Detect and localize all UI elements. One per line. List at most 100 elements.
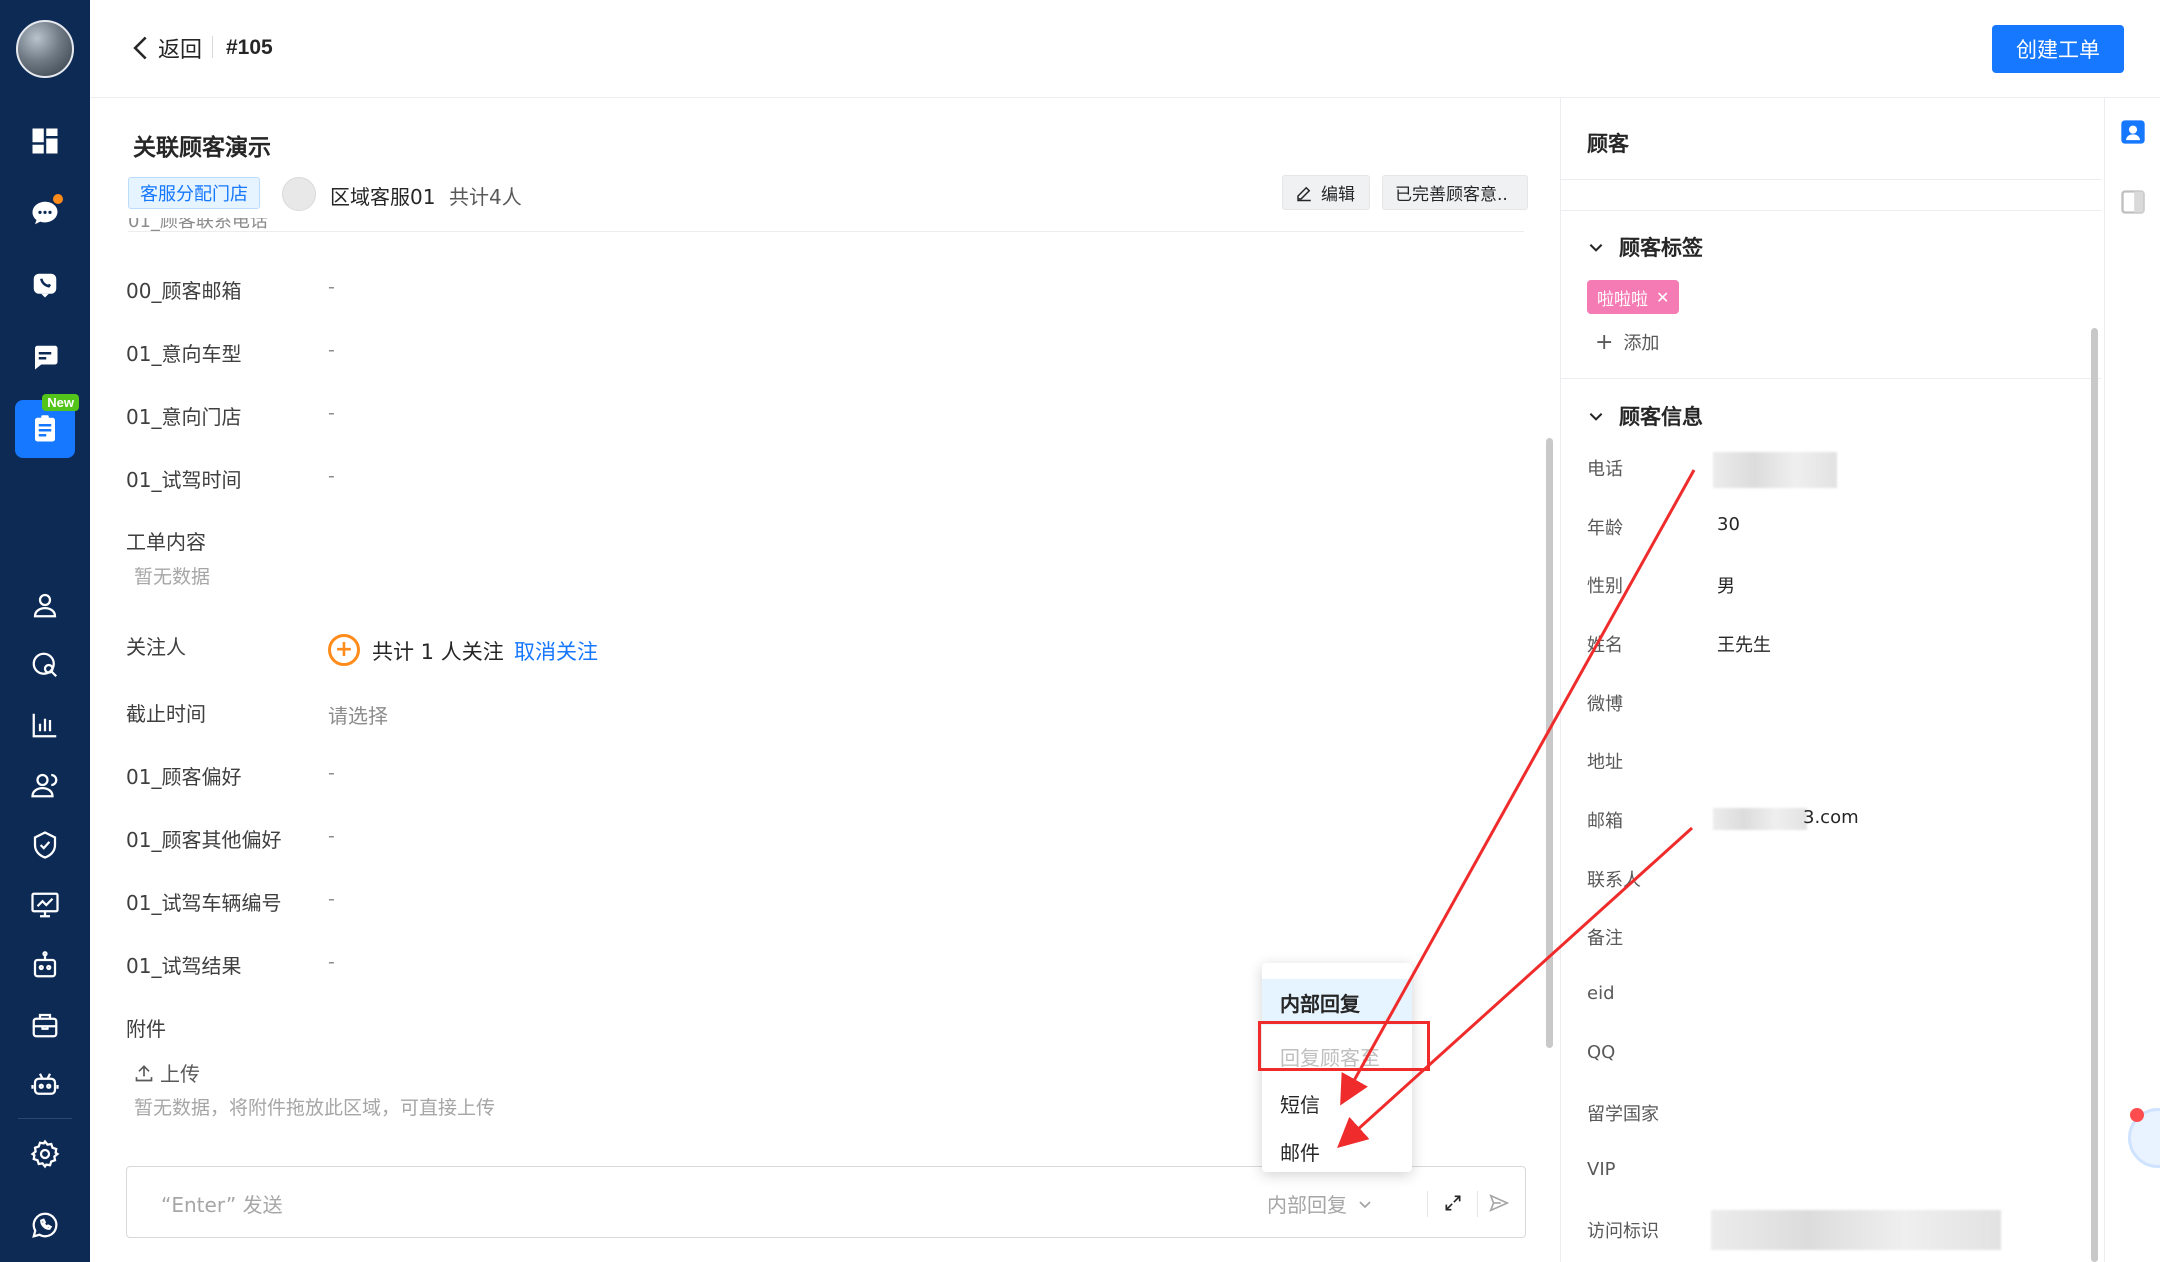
- dashboard-icon[interactable]: [15, 112, 75, 170]
- expand-icon[interactable]: [1439, 1189, 1467, 1217]
- tag-label: 啦啦啦: [1597, 289, 1648, 310]
- left-sidebar: New: [0, 0, 90, 1262]
- dropdown-item-sms[interactable]: 短信: [1262, 1080, 1412, 1126]
- info-label: 微博: [1587, 694, 1623, 715]
- field-label: 工单内容: [126, 530, 206, 554]
- upload-button[interactable]: 上传: [134, 1058, 200, 1087]
- back-button[interactable]: 返回: [130, 32, 202, 64]
- field-value[interactable]: -: [328, 276, 335, 298]
- unread-dot: [51, 192, 65, 206]
- upload-icon: [135, 1064, 153, 1081]
- field-label: 01_顾客偏好: [126, 765, 242, 789]
- briefcase-icon[interactable]: [15, 996, 75, 1054]
- field-label: 关注人: [126, 635, 186, 659]
- info-value[interactable]: 王先生: [1717, 631, 1771, 657]
- field-value[interactable]: -: [328, 402, 335, 424]
- customer-info-section[interactable]: 顾客信息: [1587, 401, 1703, 431]
- create-ticket-button[interactable]: 创建工单: [1992, 25, 2124, 73]
- agent-name[interactable]: 区域客服01: [330, 181, 435, 210]
- info-label: 姓名: [1587, 635, 1623, 656]
- field-value[interactable]: -: [328, 339, 335, 361]
- field-value[interactable]: -: [328, 762, 335, 784]
- header-divider: [128, 231, 1524, 232]
- info-value[interactable]: 30: [1717, 514, 1740, 535]
- annotation-highlight-box: [1258, 1021, 1430, 1071]
- close-icon[interactable]: ✕: [1656, 288, 1669, 307]
- panel-divider: [1561, 210, 2101, 211]
- deadline-select[interactable]: 请选择: [328, 700, 388, 729]
- redacted-email: [1713, 808, 1807, 830]
- chevron-left-icon: [133, 36, 147, 60]
- phone-icon[interactable]: [15, 256, 75, 314]
- field-label: 01_意向车型: [126, 342, 242, 366]
- info-label: 联系人: [1587, 870, 1641, 891]
- plus-icon: +: [1595, 329, 1614, 355]
- settings-gear-icon[interactable]: [15, 1125, 75, 1183]
- customer-panel: 顾客 顾客标签 啦啦啦 ✕ + 添加 顾客信息 电话 年龄 30 性别 男 姓名…: [1560, 98, 2104, 1262]
- ticket-nav-icon[interactable]: New: [15, 394, 79, 458]
- info-label: 年龄: [1587, 518, 1623, 539]
- info-label: 邮箱: [1587, 811, 1623, 832]
- panel-divider: [1561, 179, 2101, 180]
- user-icon[interactable]: [15, 576, 75, 634]
- info-label: 性别: [1587, 576, 1623, 597]
- unfollow-link[interactable]: 取消关注: [514, 636, 598, 666]
- bot-service-icon[interactable]: [15, 1056, 75, 1114]
- robot-icon[interactable]: [15, 936, 75, 994]
- monitor-icon[interactable]: [15, 876, 75, 934]
- agent-avatar: [282, 177, 316, 211]
- field-value[interactable]: -: [328, 825, 335, 847]
- dropdown-item-internal-reply[interactable]: 内部回复: [1262, 979, 1412, 1025]
- team-icon[interactable]: [15, 756, 75, 814]
- field-value[interactable]: -: [328, 888, 335, 910]
- edit-label: 编辑: [1321, 185, 1355, 205]
- upload-label: 上传: [160, 1062, 200, 1086]
- info-label: 地址: [1587, 752, 1623, 773]
- panel-scrollbar[interactable]: [2091, 328, 2098, 1262]
- field-label: 附件: [126, 1017, 166, 1041]
- panel-divider: [1561, 378, 2101, 379]
- info-label: 留学国家: [1587, 1104, 1659, 1125]
- bar-chart-icon[interactable]: [15, 696, 75, 754]
- whatsapp-icon[interactable]: [15, 1196, 75, 1254]
- field-value[interactable]: -: [328, 951, 335, 973]
- info-label: 备注: [1587, 928, 1623, 949]
- contact-card-icon[interactable]: [2119, 118, 2147, 146]
- pencil-icon: [1297, 186, 1311, 201]
- right-tool-strip: [2104, 98, 2160, 1262]
- customer-tags-section[interactable]: 顾客标签: [1587, 232, 1703, 262]
- add-tag-button[interactable]: + 添加: [1595, 329, 1659, 355]
- edit-button[interactable]: 编辑: [1282, 175, 1370, 210]
- message-icon[interactable]: [15, 328, 75, 386]
- info-value[interactable]: 男: [1717, 572, 1735, 598]
- info-label: VIP: [1587, 1159, 1616, 1180]
- user-avatar[interactable]: [16, 20, 74, 78]
- shield-icon[interactable]: [15, 816, 75, 874]
- chat-icon[interactable]: [15, 184, 75, 242]
- main-scrollbar[interactable]: [1546, 438, 1553, 1048]
- follower-count: 共计 1 人关注: [372, 640, 504, 664]
- info-label: QQ: [1587, 1042, 1616, 1063]
- dropdown-item-email[interactable]: 邮件: [1262, 1128, 1412, 1174]
- search-history-icon[interactable]: [15, 636, 75, 694]
- info-label: eid: [1587, 983, 1615, 1004]
- field-label: 01_意向门店: [126, 405, 242, 429]
- new-badge: New: [42, 394, 79, 411]
- info-label: 电话: [1587, 459, 1623, 480]
- panel-toggle-icon[interactable]: [2119, 188, 2147, 216]
- reply-input-box[interactable]: “Enter” 发送 内部回复: [126, 1166, 1526, 1238]
- customer-tag[interactable]: 啦啦啦 ✕: [1587, 280, 1680, 314]
- field-value[interactable]: -: [328, 465, 335, 487]
- field-label: 00_顾客邮箱: [126, 279, 242, 303]
- redacted-phone: [1713, 452, 1837, 488]
- back-label: 返回: [158, 38, 203, 63]
- add-follower-icon[interactable]: +: [328, 634, 360, 666]
- ticket-title: 关联顾客演示: [133, 135, 271, 161]
- section-label: 顾客信息: [1619, 405, 1703, 429]
- info-value[interactable]: 3.com: [1803, 807, 1859, 828]
- status-button[interactable]: 已完善顾客意..: [1382, 175, 1528, 210]
- send-icon[interactable]: [1485, 1189, 1513, 1217]
- reply-mode-select[interactable]: 内部回复: [1267, 1189, 1373, 1218]
- customer-panel-title: 顾客: [1587, 132, 1629, 156]
- store-tag[interactable]: 客服分配门店: [128, 177, 260, 209]
